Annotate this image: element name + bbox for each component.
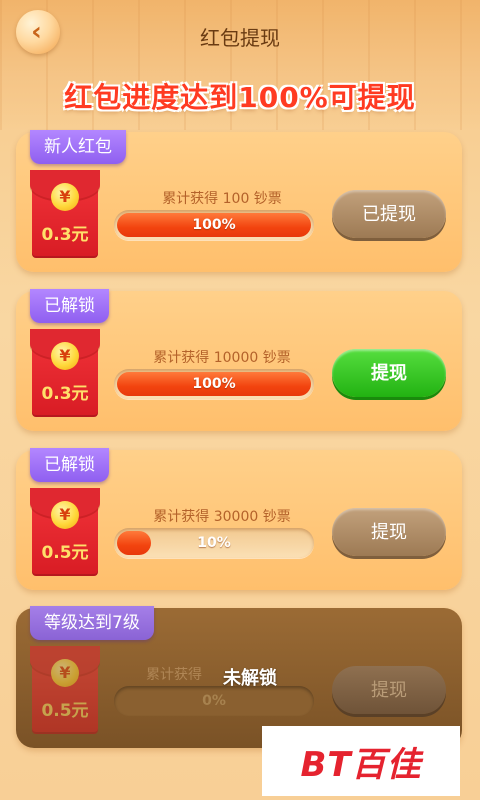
coin-icon: ¥ [51, 342, 79, 370]
card-tag: 新人红包 [30, 130, 126, 164]
watermark-logo: BT百佳 [262, 726, 460, 796]
red-envelope-icon: ¥ 0.5元 [30, 646, 100, 734]
red-envelope-icon: ¥ 0.3元 [30, 170, 100, 258]
top-bar: ‹ 红包提现 [0, 0, 480, 70]
requirement-text: 累计获得 10000 钞票 [153, 350, 291, 366]
redpacket-card-10000: 已解锁 ¥ 0.3元 累计获得 10000 钞票 100% 提现 [16, 289, 462, 431]
withdraw-button[interactable]: 提现 [332, 349, 446, 397]
coin-icon: ¥ [51, 183, 79, 211]
watermark-text: BT百佳 [300, 744, 422, 785]
coin-icon: ¥ [51, 659, 79, 687]
requirement-text: 累计获得 100 钞票 [162, 191, 282, 207]
page-title: 红包提现 [200, 28, 280, 50]
progress-label: 100% [192, 376, 236, 392]
progress-label: 10% [197, 535, 231, 551]
progress-bar: 10% [114, 528, 314, 558]
reward-amount: 0.3元 [41, 384, 89, 404]
redpacket-card-newbie: 新人红包 ¥ 0.3元 累计获得 100 钞票 100% 已提现 [16, 130, 462, 272]
progress-bar: 0% [114, 686, 314, 716]
progress-bar: 100% [114, 369, 314, 399]
reward-amount: 0.5元 [41, 701, 89, 721]
coin-icon: ¥ [51, 501, 79, 529]
reward-amount: 0.5元 [41, 543, 89, 563]
redpacket-card-30000: 已解锁 ¥ 0.5元 累计获得 30000 钞票 10% 提现 [16, 448, 462, 590]
red-envelope-icon: ¥ 0.5元 [30, 488, 100, 576]
headline-banner: 红包进度达到100%可提现 [64, 81, 416, 114]
card-tag: 等级达到7级 [30, 606, 154, 640]
withdraw-button-locked: 提现 [332, 666, 446, 714]
withdrawn-button[interactable]: 已提现 [332, 190, 446, 238]
requirement-text: 累计获得 30000 钞票 [153, 509, 291, 525]
red-envelope-icon: ¥ 0.3元 [30, 329, 100, 417]
progress-label: 100% [192, 217, 236, 233]
progress-bar: 100% [114, 210, 314, 240]
withdraw-button-disabled[interactable]: 提现 [332, 508, 446, 556]
progress-label: 0% [202, 693, 226, 709]
reward-amount: 0.3元 [41, 225, 89, 245]
card-tag: 已解锁 [30, 448, 109, 482]
card-tag: 已解锁 [30, 289, 109, 323]
